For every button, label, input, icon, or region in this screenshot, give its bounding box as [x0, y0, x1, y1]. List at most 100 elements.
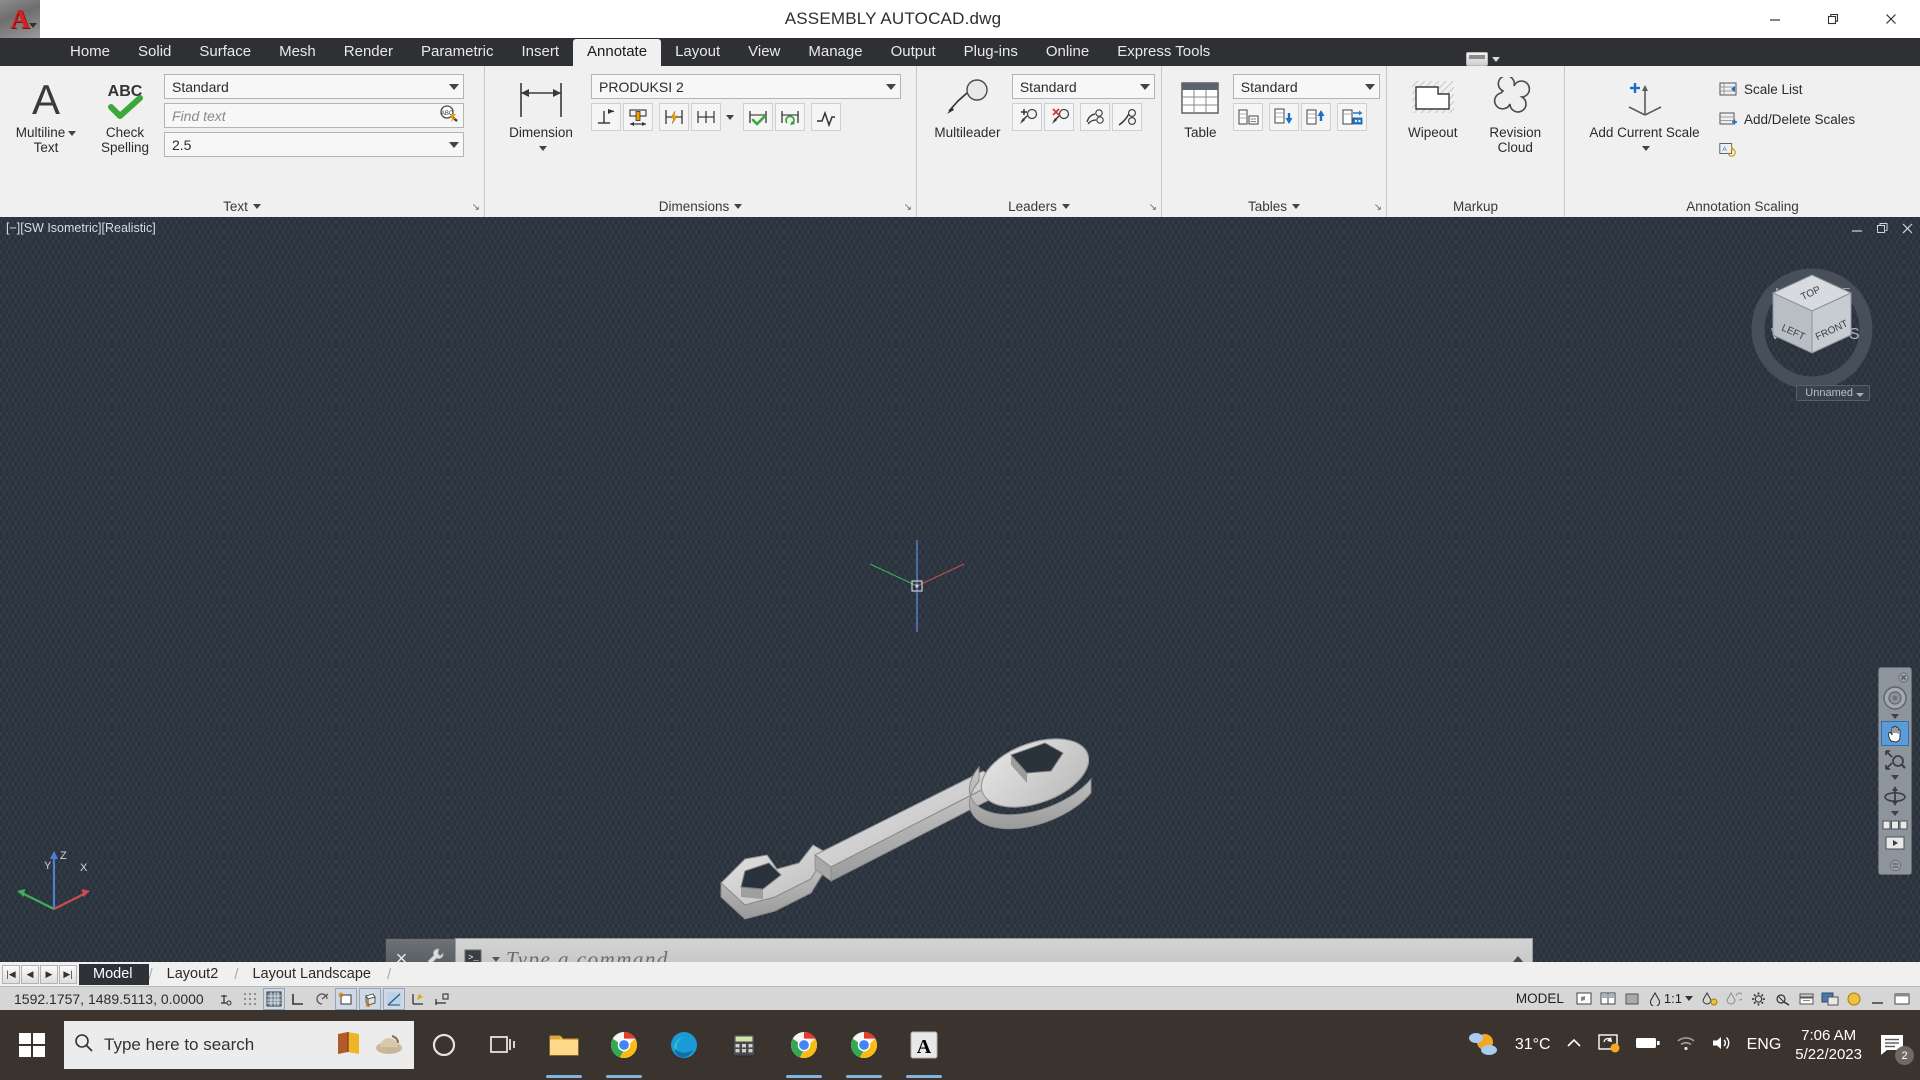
taskbar-app-calculator[interactable] [714, 1010, 774, 1080]
lock-ui-button[interactable] [1843, 988, 1865, 1010]
tab-output[interactable]: Output [877, 39, 950, 66]
text-height-dropdown[interactable]: 2.5 [164, 132, 464, 157]
chevron-down-icon[interactable] [449, 83, 459, 90]
continue-dimension-button[interactable] [691, 103, 721, 131]
tab-surface[interactable]: Surface [185, 39, 265, 66]
viewport-minimize-icon[interactable] [1851, 222, 1864, 235]
object-snap-toggle[interactable] [334, 987, 357, 1010]
upload-to-source-button[interactable] [1300, 103, 1331, 131]
multileader-style-dropdown[interactable]: Standard [1011, 74, 1155, 99]
quick-dimension-button[interactable] [659, 103, 689, 131]
show-motion-frames-button[interactable] [1881, 818, 1909, 833]
layout-tab-layout2[interactable]: Layout2 [153, 964, 235, 985]
steering-wheel-button[interactable] [1881, 684, 1909, 713]
taskbar-app-chrome[interactable] [594, 1010, 654, 1080]
workspace-switching-button[interactable] [1747, 988, 1769, 1010]
dimension-update-button[interactable] [775, 103, 805, 131]
taskbar-app-edge[interactable] [654, 1010, 714, 1080]
snap-mode-toggle[interactable] [239, 988, 261, 1010]
layout-tab-layout-landscape[interactable]: Layout Landscape [238, 964, 387, 985]
hardware-acceleration-button[interactable] [1771, 988, 1793, 1010]
annotation-scale-control[interactable]: 1:1 [1644, 991, 1698, 1006]
view-name-dropdown[interactable]: Unnamed [1796, 385, 1870, 401]
object-snap-tracking-toggle[interactable] [382, 987, 405, 1010]
tab-home[interactable]: Home [56, 39, 124, 66]
minimize-ribbon-icon[interactable] [1466, 52, 1488, 66]
navbar-options-button[interactable] [1881, 857, 1909, 874]
annotation-visibility-button[interactable] [1699, 988, 1721, 1010]
tab-manage[interactable]: Manage [794, 39, 876, 66]
orbit-button[interactable] [1881, 782, 1909, 809]
search-book-icon[interactable] [334, 1028, 364, 1063]
tab-view[interactable]: View [734, 39, 794, 66]
chevron-down-icon[interactable] [1642, 145, 1650, 151]
chevron-down-icon[interactable] [886, 83, 896, 90]
tab-online[interactable]: Online [1032, 39, 1103, 66]
scale-list-button[interactable]: Scale List [1718, 80, 1914, 98]
tab-annotate[interactable]: Annotate [573, 39, 662, 66]
zoom-extents-button[interactable] [1881, 746, 1909, 773]
temperature-display[interactable]: 31°C [1515, 1036, 1551, 1054]
weather-icon[interactable] [1467, 1029, 1501, 1062]
tab-layout[interactable]: Layout [661, 39, 734, 66]
tab-mesh[interactable]: Mesh [265, 39, 330, 66]
dimension-check-button[interactable] [743, 103, 773, 131]
text-style-dropdown[interactable]: Standard [164, 74, 464, 99]
dynamic-ucs-toggle[interactable] [407, 988, 429, 1010]
chevron-down-icon[interactable] [252, 203, 261, 209]
add-delete-scales-button[interactable]: Add/Delete Scales [1718, 110, 1914, 128]
start-button[interactable] [0, 1010, 64, 1080]
extract-data-button[interactable] [1232, 103, 1263, 131]
add-leader-button[interactable] [1011, 103, 1042, 131]
chevron-down-icon[interactable] [1292, 203, 1301, 209]
last-layout-button[interactable]: ▶| [59, 964, 77, 984]
sync-scale-positions-button[interactable]: A [1718, 140, 1914, 158]
table-style-dropdown[interactable]: Standard [1232, 74, 1380, 99]
coordinates-display[interactable]: 1592.1757, 1489.5113, 0.0000 [0, 991, 214, 1007]
download-from-source-button[interactable] [1268, 103, 1299, 131]
autocad-logo-button[interactable]: A [0, 0, 40, 38]
chevron-down-icon[interactable] [1891, 775, 1899, 781]
taskbar-app-chrome-2[interactable] [774, 1010, 834, 1080]
tab-express-tools[interactable]: Express Tools [1103, 39, 1224, 66]
next-layout-button[interactable]: ▶ [40, 964, 58, 984]
tab-plugins[interactable]: Plug-ins [950, 39, 1032, 66]
multiline-text-button[interactable]: A Multiline Text [6, 72, 86, 155]
notification-center-button[interactable]: 2 [1876, 1029, 1914, 1065]
panel-dialog-launcher[interactable]: ↘ [904, 202, 912, 213]
isolate-objects-button[interactable] [1795, 988, 1817, 1010]
panel-title-text[interactable]: Text ↘ [0, 195, 484, 217]
show-hidden-icons-button[interactable] [1565, 1036, 1583, 1055]
panel-dialog-launcher[interactable]: ↘ [1149, 202, 1157, 213]
dimension-break-button[interactable] [591, 103, 621, 131]
panel-dialog-launcher[interactable]: ↘ [1374, 202, 1382, 213]
chevron-down-icon[interactable] [29, 23, 37, 28]
close-button[interactable] [1862, 0, 1920, 38]
clean-screen-button[interactable] [1819, 988, 1841, 1010]
customization-button[interactable] [1867, 988, 1889, 1010]
grid-display-toggle[interactable] [262, 987, 285, 1010]
check-spelling-button[interactable]: ABC Check Spelling [86, 72, 164, 155]
drawing-canvas[interactable]: [−][SW Isometric][Realistic] Z Y X S TOP… [0, 217, 1920, 962]
first-layout-button[interactable]: |◀ [2, 964, 20, 984]
dimension-jog-line-button[interactable] [811, 103, 841, 131]
panel-title-dimensions[interactable]: Dimensions ↘ [485, 195, 916, 217]
panel-dialog-launcher[interactable]: ↘ [472, 202, 480, 213]
polar-tracking-toggle[interactable] [311, 988, 333, 1010]
multileader-button[interactable]: Multileader [923, 72, 1012, 140]
panel-title-tables[interactable]: Tables ↘ [1162, 195, 1386, 217]
fullscreen-button[interactable] [1891, 988, 1913, 1010]
continue-dimension-dropdown[interactable] [723, 103, 737, 131]
tab-render[interactable]: Render [330, 39, 407, 66]
dimension-style-dropdown[interactable]: PRODUKSI 2 [591, 74, 901, 99]
remove-leader-button[interactable] [1043, 103, 1074, 131]
workspace-color-button[interactable] [1621, 988, 1643, 1010]
viewport-close-icon[interactable] [1901, 222, 1914, 235]
dynamic-input-toggle[interactable] [431, 988, 453, 1010]
chevron-down-icon[interactable] [1685, 996, 1693, 1001]
viewport-config-button[interactable] [1573, 988, 1595, 1010]
taskbar-app-task-view[interactable] [474, 1010, 534, 1080]
revision-cloud-button[interactable]: Revision Cloud [1473, 72, 1558, 155]
wipeout-button[interactable]: Wipeout [1393, 72, 1473, 140]
clock[interactable]: 7:06 AM 5/22/2023 [1795, 1026, 1862, 1064]
